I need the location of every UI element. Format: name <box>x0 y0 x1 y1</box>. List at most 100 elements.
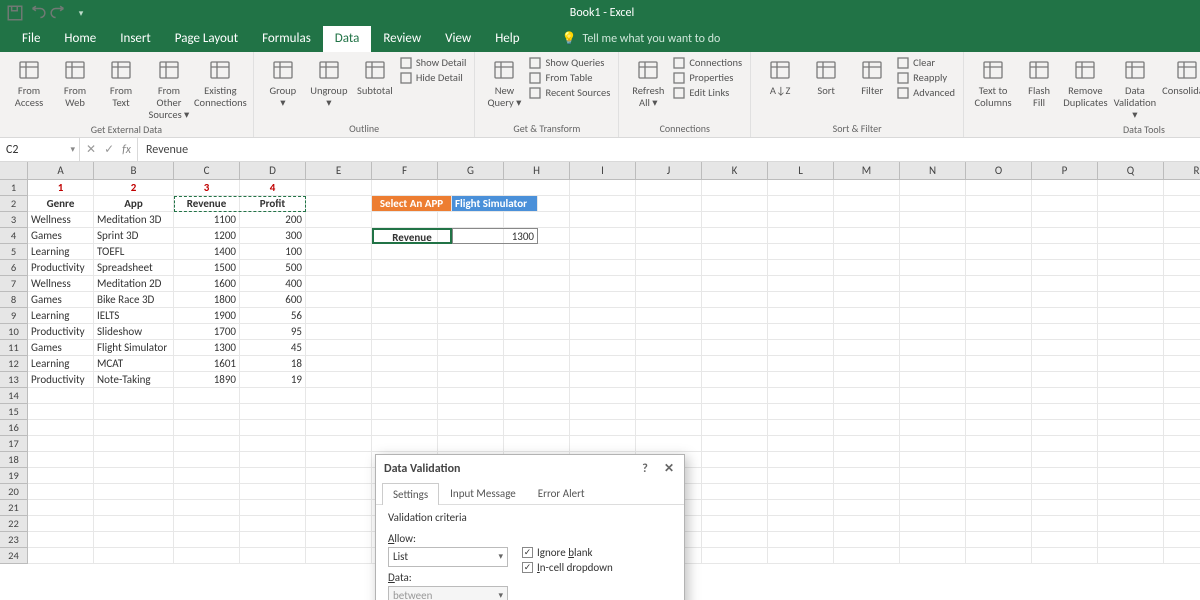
cell[interactable] <box>768 388 834 404</box>
row-header[interactable]: 17 <box>0 436 28 452</box>
cell[interactable] <box>1164 276 1200 292</box>
cell[interactable] <box>702 196 768 212</box>
cell[interactable] <box>768 532 834 548</box>
ribbon-small-button[interactable]: Edit Links <box>673 86 742 99</box>
cell[interactable] <box>966 292 1032 308</box>
cell[interactable]: Games <box>28 228 94 244</box>
cell[interactable] <box>1032 196 1098 212</box>
cell[interactable] <box>834 548 900 564</box>
ribbon-button[interactable]: FromWeb <box>54 56 96 109</box>
cell[interactable]: Learning <box>28 308 94 324</box>
cell[interactable] <box>240 548 306 564</box>
cell[interactable] <box>768 292 834 308</box>
cell[interactable] <box>900 468 966 484</box>
cell[interactable]: Genre <box>28 196 94 212</box>
column-header[interactable]: E <box>306 162 372 180</box>
dialog-tab-error-alert[interactable]: Error Alert <box>527 482 596 504</box>
cell[interactable]: Productivity <box>28 372 94 388</box>
cell[interactable] <box>306 212 372 228</box>
cell[interactable] <box>504 308 570 324</box>
cell[interactable] <box>702 356 768 372</box>
cell[interactable] <box>900 324 966 340</box>
cell[interactable] <box>28 452 94 468</box>
cancel-formula-icon[interactable]: ✕ <box>86 142 96 157</box>
cell[interactable] <box>1164 436 1200 452</box>
cell[interactable] <box>1098 500 1164 516</box>
cell[interactable]: 200 <box>240 212 306 228</box>
cell[interactable]: 1700 <box>174 324 240 340</box>
cell[interactable] <box>174 500 240 516</box>
ribbon-small-button[interactable]: Hide Detail <box>400 71 467 84</box>
cell[interactable] <box>636 212 702 228</box>
cell[interactable] <box>438 260 504 276</box>
cell[interactable] <box>636 324 702 340</box>
cell[interactable] <box>306 516 372 532</box>
cell[interactable] <box>1032 532 1098 548</box>
cell[interactable] <box>636 180 702 196</box>
cell[interactable] <box>636 292 702 308</box>
column-header[interactable]: R <box>1164 162 1200 180</box>
cell[interactable] <box>1098 372 1164 388</box>
cell[interactable]: Productivity <box>28 260 94 276</box>
cell[interactable]: 45 <box>240 340 306 356</box>
cell[interactable] <box>94 452 174 468</box>
cell[interactable] <box>438 340 504 356</box>
cell[interactable] <box>240 516 306 532</box>
row-header[interactable]: 24 <box>0 548 28 564</box>
cell[interactable] <box>372 420 438 436</box>
cell[interactable] <box>438 244 504 260</box>
cell[interactable] <box>900 260 966 276</box>
cell[interactable] <box>1032 436 1098 452</box>
column-header[interactable]: D <box>240 162 306 180</box>
cell[interactable] <box>900 548 966 564</box>
formula-input[interactable]: Revenue <box>138 138 1200 161</box>
column-header[interactable]: J <box>636 162 702 180</box>
cell[interactable] <box>768 244 834 260</box>
cell[interactable] <box>1032 324 1098 340</box>
cell[interactable] <box>966 356 1032 372</box>
cell[interactable] <box>702 436 768 452</box>
cell[interactable] <box>1032 356 1098 372</box>
cell[interactable] <box>768 356 834 372</box>
row-header[interactable]: 6 <box>0 260 28 276</box>
cell[interactable] <box>900 356 966 372</box>
cell[interactable]: 19 <box>240 372 306 388</box>
cell[interactable] <box>702 484 768 500</box>
cell[interactable] <box>570 228 636 244</box>
row-header[interactable]: 7 <box>0 276 28 292</box>
cell[interactable] <box>702 340 768 356</box>
cell[interactable] <box>966 532 1032 548</box>
cell[interactable] <box>504 436 570 452</box>
tab-insert[interactable]: Insert <box>108 26 163 52</box>
cell[interactable]: MCAT <box>94 356 174 372</box>
ribbon-button[interactable]: From OtherSources ▾ <box>146 56 192 121</box>
cell[interactable] <box>570 276 636 292</box>
cell[interactable] <box>240 500 306 516</box>
cell[interactable] <box>900 308 966 324</box>
cell[interactable] <box>28 500 94 516</box>
select-all-corner[interactable] <box>0 162 28 180</box>
cell[interactable] <box>1032 180 1098 196</box>
cell[interactable] <box>504 404 570 420</box>
row-header[interactable]: 15 <box>0 404 28 420</box>
cell[interactable] <box>94 420 174 436</box>
cell[interactable] <box>966 180 1032 196</box>
cell[interactable] <box>306 356 372 372</box>
cell[interactable] <box>1164 196 1200 212</box>
ribbon-button[interactable]: Sort <box>805 56 847 97</box>
cell[interactable] <box>834 356 900 372</box>
cell[interactable] <box>174 420 240 436</box>
cell[interactable]: 18 <box>240 356 306 372</box>
cell[interactable]: 2 <box>94 180 174 196</box>
ribbon-small-button[interactable]: Recent Sources <box>529 86 610 99</box>
cell[interactable] <box>966 404 1032 420</box>
cell[interactable] <box>306 388 372 404</box>
cell[interactable] <box>1164 548 1200 564</box>
cell[interactable]: Bike Race 3D <box>94 292 174 308</box>
cell[interactable] <box>768 180 834 196</box>
cell[interactable] <box>966 500 1032 516</box>
cell[interactable] <box>702 212 768 228</box>
cell[interactable]: 1890 <box>174 372 240 388</box>
cell[interactable] <box>768 484 834 500</box>
cell[interactable] <box>438 356 504 372</box>
